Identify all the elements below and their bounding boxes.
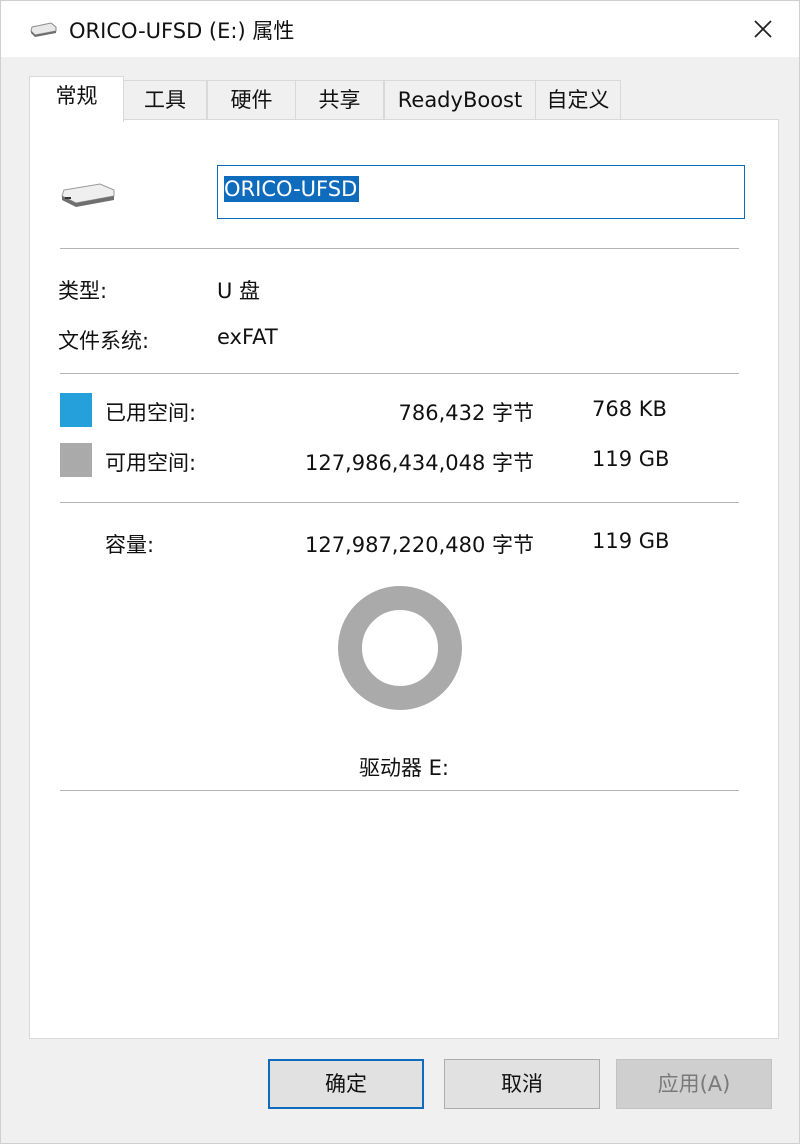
filesystem-label: 文件系统: [58,329,150,353]
drive-name-input[interactable]: ORICO-UFSD [217,165,745,219]
window-title: ORICO-UFSD (E:) 属性 [69,19,295,43]
used-space-bytes: 786,432 字节 [398,401,534,425]
type-value: U 盘 [217,279,261,303]
capacity-bytes: 127,987,220,480 字节 [304,533,534,557]
general-panel: ORICO-UFSD 类型: U 盘 文件系统: exFAT 已用空间: 786… [29,119,779,1039]
free-space-ring [338,586,462,710]
divider [60,373,739,374]
close-button[interactable] [743,11,783,47]
tab-general[interactable]: 常规 [29,76,124,122]
cancel-button[interactable]: 取消 [444,1059,600,1109]
capacity-size: 119 GB [592,529,670,553]
drive-icon [29,21,57,43]
drive-letter-label: 驱动器 E: [358,756,450,780]
tab-readyboost[interactable]: ReadyBoost [384,80,536,120]
apply-button[interactable]: 应用(A) [616,1059,772,1109]
tab-customize[interactable]: 自定义 [535,80,621,120]
free-space-size: 119 GB [592,447,670,471]
title-bar: ORICO-UFSD (E:) 属性 [1,1,799,57]
divider [60,502,739,503]
properties-window: ORICO-UFSD (E:) 属性 常规 工具 硬件 共享 ReadyBoos… [0,0,800,1144]
used-space-size: 768 KB [592,397,667,421]
tab-sharing[interactable]: 共享 [295,80,384,120]
used-space-swatch [60,393,92,427]
filesystem-value: exFAT [217,325,278,349]
free-space-swatch [60,443,92,477]
divider [60,790,739,791]
tab-hardware[interactable]: 硬件 [207,80,296,120]
drive-name-text: ORICO-UFSD [224,176,360,202]
used-space-label: 已用空间: [105,401,197,425]
free-space-label: 可用空间: [105,451,197,475]
usage-donut-chart [338,586,462,710]
free-space-bytes: 127,986,434,048 字节 [304,451,534,475]
divider [60,248,739,249]
capacity-label: 容量: [105,533,155,557]
usb-drive-icon [60,180,116,214]
ok-button[interactable]: 确定 [268,1059,424,1109]
tab-tools[interactable]: 工具 [123,80,207,120]
close-icon [754,20,772,38]
type-label: 类型: [58,279,108,303]
tab-strip: 常规 工具 硬件 共享 ReadyBoost 自定义 [29,76,779,122]
